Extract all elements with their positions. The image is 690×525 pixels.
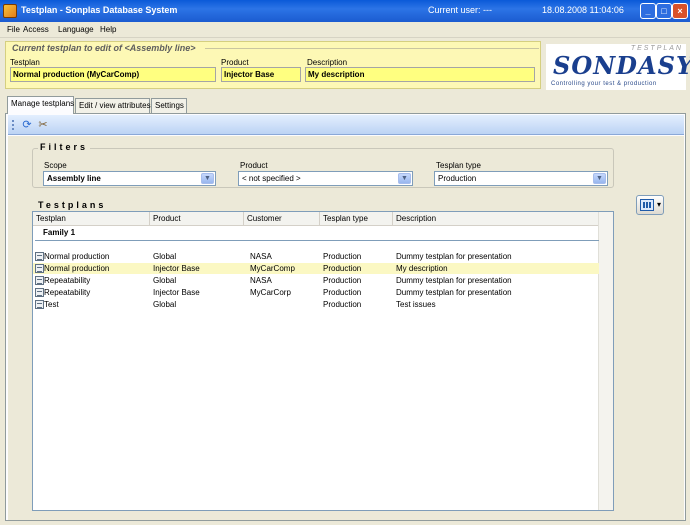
- cell-type: Production: [323, 300, 362, 309]
- filter-product-label: Product: [240, 161, 268, 170]
- window-title: Testplan - Sonplas Database System: [21, 5, 178, 15]
- view-options-button[interactable]: ▾: [636, 195, 664, 215]
- scope-select[interactable]: Assembly line ▼: [43, 171, 216, 186]
- logo-main-text: SONDASYS: [553, 51, 690, 80]
- group-header[interactable]: Family 1: [33, 227, 599, 241]
- column-header-testplan[interactable]: Testplan: [33, 212, 150, 226]
- table-row[interactable]: Test Global Production Test issues: [33, 299, 599, 310]
- toolbar-grip[interactable]: [12, 120, 14, 130]
- testplan-doc-icon: [35, 264, 44, 273]
- testplan-field: Normal production (MyCarComp): [10, 67, 216, 82]
- cell-testplan: Test: [44, 300, 59, 309]
- tab-settings[interactable]: Settings: [151, 98, 187, 113]
- testplan-type-select[interactable]: Production ▼: [434, 171, 608, 186]
- tab-edit-view-attributes[interactable]: Edit / view attributes: [75, 98, 151, 113]
- column-header-type[interactable]: Tesplan type: [320, 212, 393, 226]
- description-field: My description: [305, 67, 535, 82]
- app-icon[interactable]: [3, 4, 17, 18]
- cell-description: My description: [396, 264, 448, 273]
- cell-product: Global: [153, 252, 177, 261]
- cell-product: Global: [153, 300, 177, 309]
- cell-type: Production: [323, 288, 362, 297]
- menu-language[interactable]: Language: [58, 25, 94, 34]
- table-row[interactable]: Repeatability Global NASA Production Dummy t…: [33, 275, 599, 286]
- testplan-doc-icon: [35, 288, 44, 297]
- cell-customer: MyCarComp: [250, 264, 295, 273]
- logo-tagline: Controlling your test & production: [551, 81, 657, 87]
- minimize-icon[interactable]: _: [640, 3, 656, 19]
- cell-testplan: Normal production: [44, 264, 110, 273]
- table-row[interactable]: Normal production Injector Base MyCarComp P…: [33, 263, 599, 274]
- testplans-title: Testplans: [38, 200, 107, 210]
- cell-customer: NASA: [250, 252, 272, 261]
- cell-product: Global: [153, 276, 177, 285]
- testplan-doc-icon: [35, 276, 44, 285]
- refresh-icon[interactable]: ⟳: [20, 118, 34, 132]
- cell-description: Test issues: [396, 300, 436, 309]
- product-select-value: < not specified >: [242, 174, 301, 183]
- grid-header: Testplan Product Customer Tesplan type D…: [33, 212, 599, 226]
- maximize-icon[interactable]: □: [656, 3, 672, 19]
- cell-product: Injector Base: [153, 264, 200, 273]
- column-header-product[interactable]: Product: [150, 212, 244, 226]
- chevron-down-icon[interactable]: ▼: [593, 173, 606, 184]
- testplan-type-label: Tesplan type: [436, 161, 481, 170]
- group-label: Family 1: [43, 228, 76, 237]
- title-bar: Testplan - Sonplas Database System Curre…: [0, 0, 690, 22]
- cell-type: Production: [323, 264, 362, 273]
- menu-help[interactable]: Help: [100, 25, 116, 34]
- group-divider: [35, 240, 599, 241]
- menu-access[interactable]: Access: [23, 25, 49, 34]
- status-bar: [0, 521, 690, 525]
- dropdown-arrow-icon: ▾: [657, 200, 662, 209]
- table-row[interactable]: Normal production Global NASA Production Dum…: [33, 251, 599, 262]
- testplan-label: Testplan: [10, 58, 40, 67]
- cell-type: Production: [323, 252, 362, 261]
- cell-description: Dummy testplan for presentation: [396, 276, 512, 285]
- tools-icon[interactable]: ✂: [36, 118, 50, 132]
- current-testplan-legend: Current testplan to edit of <Assembly li…: [11, 43, 197, 53]
- toolbar: ⟳ ✂: [8, 115, 684, 135]
- cell-testplan: Repeatability: [44, 276, 91, 285]
- testplan-doc-icon: [35, 300, 44, 309]
- testplan-doc-icon: [35, 252, 44, 261]
- cell-customer: NASA: [250, 276, 272, 285]
- menu-bar: File Access Language Help: [0, 22, 690, 38]
- chevron-down-icon[interactable]: ▼: [201, 173, 214, 184]
- product-select[interactable]: < not specified > ▼: [238, 171, 413, 186]
- table-row[interactable]: Repeatability Injector Base MyCarCorp Produ…: [33, 287, 599, 298]
- current-datetime: 18.08.2008 11:04:06: [542, 5, 624, 15]
- filters-title: Filters: [38, 142, 91, 152]
- sondasys-logo: TESTPLAN SONDASYS Controlling your test …: [546, 44, 690, 90]
- cell-product: Injector Base: [153, 288, 200, 297]
- panel-divider: [205, 48, 539, 49]
- cell-customer: MyCarCorp: [250, 288, 291, 297]
- tab-manage-testplans[interactable]: Manage testplans: [7, 96, 74, 114]
- close-icon[interactable]: ×: [672, 3, 688, 19]
- grid-view-icon: [640, 199, 654, 211]
- column-header-description[interactable]: Description: [393, 212, 599, 226]
- testplans-grid[interactable]: Testplan Product Customer Tesplan type D…: [32, 211, 614, 511]
- product-label: Product: [221, 58, 249, 67]
- scope-label: Scope: [44, 161, 67, 170]
- column-header-customer[interactable]: Customer: [244, 212, 320, 226]
- testplan-type-select-value: Production: [438, 174, 477, 183]
- chevron-down-icon[interactable]: ▼: [398, 173, 411, 184]
- cell-testplan: Repeatability: [44, 288, 91, 297]
- cell-description: Dummy testplan for presentation: [396, 252, 512, 261]
- product-field: Injector Base: [221, 67, 301, 82]
- cell-type: Production: [323, 276, 362, 285]
- cell-testplan: Normal production: [44, 252, 110, 261]
- description-label: Description: [307, 58, 348, 67]
- grid-scrollbar[interactable]: [598, 212, 613, 510]
- scope-select-value: Assembly line: [47, 174, 101, 183]
- cell-description: Dummy testplan for presentation: [396, 288, 512, 297]
- current-user: Current user: ---: [428, 5, 493, 15]
- menu-file[interactable]: File: [7, 25, 20, 34]
